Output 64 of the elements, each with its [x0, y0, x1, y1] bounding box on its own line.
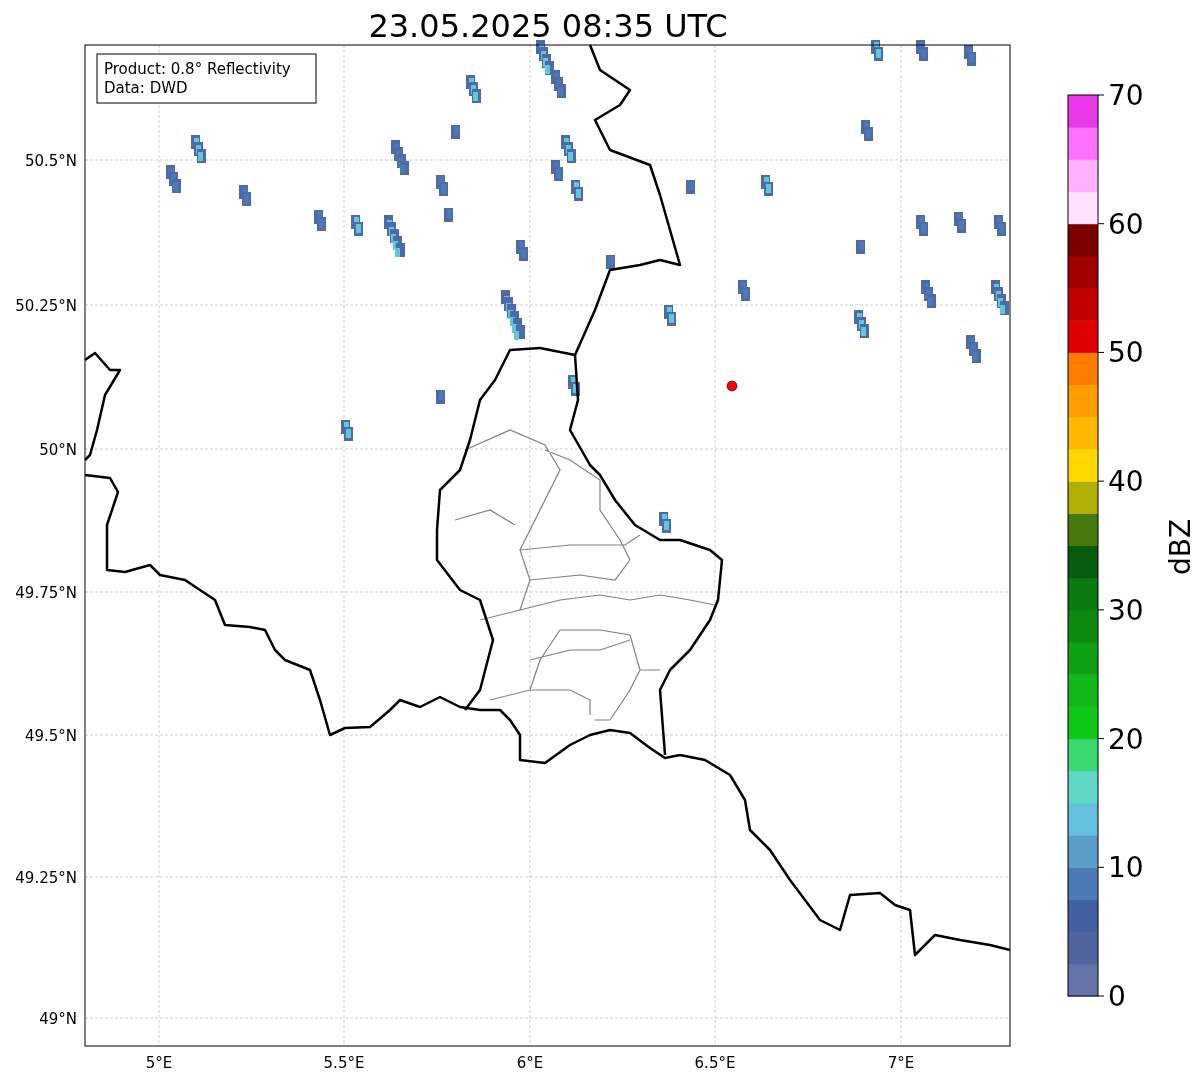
axis-tick-label: 5.5°E — [323, 1054, 365, 1072]
colorbar-tick-label: 10 — [1108, 851, 1144, 885]
radar-echo — [854, 310, 869, 338]
axis-tick-label: 6°E — [516, 1054, 544, 1072]
radar-echo — [761, 175, 773, 196]
radar-echo — [466, 75, 481, 103]
radar-echo — [856, 240, 865, 254]
radar-echo — [239, 185, 251, 206]
axis-tick-label: 50.5°N — [24, 152, 77, 170]
radar-echo — [501, 290, 525, 340]
colorbar-tick-label: 20 — [1108, 722, 1144, 756]
axis-tick-label: 50°N — [39, 441, 77, 459]
radar-echo — [341, 420, 353, 441]
radar-echo — [991, 280, 1009, 315]
colorbar-tick-label: 0 — [1108, 980, 1126, 1013]
axis-tick-label: 5°E — [145, 1054, 173, 1072]
radar-echo — [966, 335, 981, 363]
radar-echo — [659, 512, 671, 533]
axis-tick-label: 7°E — [887, 1054, 915, 1072]
colorbar-tick-label: 70 — [1108, 79, 1144, 112]
radar-echo — [561, 135, 576, 163]
radar-echo — [314, 210, 326, 231]
colorbar-tick-label: 50 — [1108, 336, 1144, 370]
radar-echo — [606, 255, 615, 269]
radar-echo — [916, 215, 928, 236]
axis-tick-label: 6.5°E — [694, 1054, 736, 1072]
info-text: Product: 0.8° Reflectivity — [104, 60, 291, 78]
radar-echo — [994, 215, 1006, 236]
radar-echo — [686, 180, 695, 194]
radar-echo — [516, 240, 528, 261]
radar-echo — [551, 160, 563, 181]
radar-echo — [551, 70, 566, 98]
location-marker — [726, 380, 738, 392]
radar-echo — [444, 208, 453, 222]
radar-echo — [871, 40, 883, 61]
colorbar-tick-label: 40 — [1108, 465, 1144, 499]
info-text: Data: DWD — [104, 79, 188, 97]
radar-echo — [536, 40, 554, 75]
colorbar-tick-label: 60 — [1108, 207, 1144, 241]
colorbar-label: dBZ — [1164, 518, 1197, 576]
radar-echo — [954, 212, 966, 233]
radar-echo — [738, 280, 750, 301]
chart-title: 23.05.2025 08:35 UTC — [368, 7, 728, 45]
radar-echo — [916, 40, 928, 61]
radar-echo — [166, 165, 181, 193]
radar-echo — [391, 140, 409, 175]
radar-echo — [921, 280, 936, 308]
radar-echo — [351, 215, 363, 236]
axis-tick-label: 49.25°N — [15, 869, 77, 887]
radar-echo — [191, 135, 206, 163]
radar-echo — [964, 45, 976, 66]
axis-tick-label: 49°N — [39, 1010, 77, 1028]
radar-echo — [384, 215, 405, 257]
radar-echo — [571, 180, 583, 201]
radar-echo — [451, 125, 460, 139]
radar-echo — [436, 175, 448, 196]
radar-echo — [664, 305, 676, 326]
radar-echo — [861, 120, 873, 141]
axis-tick-label: 49.5°N — [24, 727, 77, 745]
radar-echo — [436, 390, 445, 404]
colorbar-tick-label: 30 — [1108, 593, 1144, 627]
axis-tick-label: 49.75°N — [15, 584, 77, 602]
axis-tick-label: 50.25°N — [15, 297, 77, 315]
radar-echo — [568, 375, 580, 396]
